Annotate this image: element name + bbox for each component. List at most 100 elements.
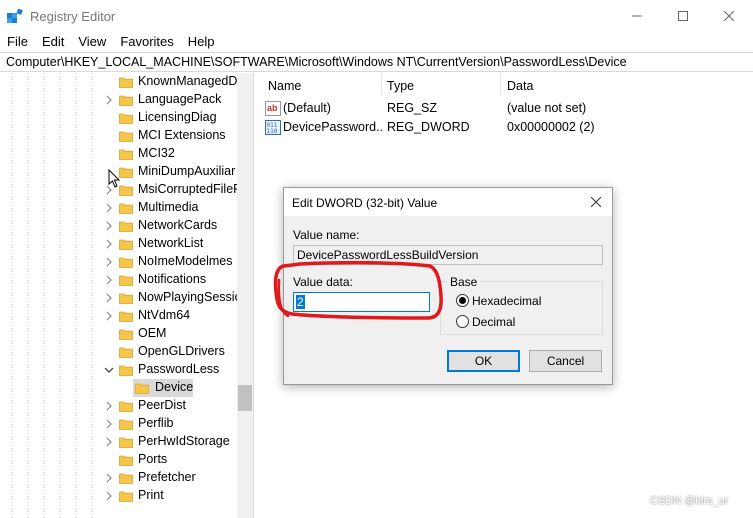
- minimize-button[interactable]: [614, 0, 660, 32]
- tree-scrollbar-thumb[interactable]: [238, 385, 252, 411]
- chevron-right-icon[interactable]: [104, 94, 114, 106]
- tree-item-label: Notifications: [138, 272, 207, 286]
- registry-editor-icon: [7, 9, 23, 23]
- chevron-right-icon[interactable]: [104, 274, 114, 286]
- chevron-right-icon[interactable]: [104, 202, 114, 214]
- folder-icon: [119, 455, 133, 466]
- tree-item-perhwidstorage[interactable]: PerHwIdStorage: [0, 433, 238, 451]
- tree-item-multimedia[interactable]: Multimedia: [0, 199, 238, 217]
- chevron-right-icon[interactable]: [104, 436, 114, 448]
- column-data[interactable]: Data: [507, 79, 533, 93]
- value-row-default[interactable]: ab (Default) REG_SZ (value not set): [260, 99, 753, 118]
- folder-icon: [119, 275, 133, 286]
- tree-scrollbar[interactable]: [237, 73, 253, 518]
- chevron-right-icon[interactable]: [104, 472, 114, 484]
- string-value-icon: ab: [265, 101, 281, 116]
- folder-icon: [119, 491, 133, 502]
- edit-dword-dialog: Edit DWORD (32-bit) Value Value name: De…: [283, 187, 613, 385]
- maximize-button[interactable]: [660, 0, 706, 32]
- svg-text:ab: ab: [267, 103, 278, 113]
- tree-item-label: OEM: [138, 326, 167, 340]
- tree-item-notifications[interactable]: Notifications: [0, 271, 238, 289]
- value-name-label: Value name:: [293, 228, 360, 242]
- tree-item-mci32[interactable]: MCI32: [0, 145, 238, 163]
- menu-favorites[interactable]: Favorites: [113, 33, 180, 51]
- tree-item-label: NowPlayingSessior: [138, 290, 238, 304]
- chevron-right-icon[interactable]: [104, 310, 114, 322]
- folder-icon: [119, 113, 133, 124]
- mouse-cursor-icon: [108, 169, 121, 188]
- tree-item-opengldrivers[interactable]: OpenGLDrivers: [0, 343, 238, 361]
- chevron-right-icon[interactable]: [104, 400, 114, 412]
- menu-edit[interactable]: Edit: [35, 33, 71, 51]
- value-data-input[interactable]: 2: [293, 292, 430, 312]
- folder-icon: [119, 437, 133, 448]
- chevron-right-icon[interactable]: [104, 418, 114, 430]
- tree-item-networklist[interactable]: NetworkList: [0, 235, 238, 253]
- svg-text:110: 110: [267, 128, 278, 135]
- close-button[interactable]: [706, 0, 752, 32]
- close-icon: [591, 197, 601, 207]
- tree-item-licensingdiag[interactable]: LicensingDiag: [0, 109, 238, 127]
- tree-item-ntvdm64[interactable]: NtVdm64: [0, 307, 238, 325]
- tree-item-label: NetworkCards: [138, 218, 218, 232]
- base-label: Base: [447, 275, 481, 289]
- tree-item-nowplayingsessior[interactable]: NowPlayingSessior: [0, 289, 238, 307]
- hexadecimal-radio[interactable]: [456, 294, 469, 307]
- tree-item-passwordless[interactable]: PasswordLess: [0, 361, 238, 379]
- tree-item-label: MiniDumpAuxiliar: [138, 164, 236, 178]
- tree-item-label: NetworkList: [138, 236, 204, 250]
- folder-icon: [119, 473, 133, 484]
- decimal-radio[interactable]: [456, 315, 469, 328]
- cancel-button[interactable]: Cancel: [529, 350, 602, 372]
- tree-item-label: PerHwIdStorage: [138, 434, 230, 448]
- tree-item-prefetcher[interactable]: Prefetcher: [0, 469, 238, 487]
- decimal-label[interactable]: Decimal: [472, 315, 515, 329]
- value-row-devicepasswordless[interactable]: 011 110 DevicePassword... REG_DWORD 0x00…: [260, 118, 753, 137]
- binary-value-icon: 011 110: [265, 120, 281, 135]
- folder-icon: [119, 365, 133, 376]
- chevron-right-icon[interactable]: [104, 256, 114, 268]
- tree-item-networkcards[interactable]: NetworkCards: [0, 217, 238, 235]
- tree-item-knownmanagedde[interactable]: KnownManagedDe: [0, 73, 238, 91]
- tree-item-device[interactable]: Device: [0, 379, 238, 397]
- chevron-right-icon[interactable]: [104, 220, 114, 232]
- tree-item-print[interactable]: Print: [0, 487, 238, 505]
- key-tree[interactable]: KnownManagedDe LanguagePack LicensingDiag M…: [0, 73, 254, 518]
- minimize-icon: [632, 15, 642, 17]
- column-type[interactable]: Type: [387, 79, 414, 93]
- menu-file[interactable]: File: [0, 33, 35, 51]
- list-header: Name Type Data: [260, 73, 753, 95]
- chevron-down-icon[interactable]: [104, 364, 114, 376]
- hexadecimal-label[interactable]: Hexadecimal: [472, 294, 541, 308]
- tree-item-ports[interactable]: Ports: [0, 451, 238, 469]
- tree-item-oem[interactable]: OEM: [0, 325, 238, 343]
- folder-icon: [119, 329, 133, 340]
- dialog-close-button[interactable]: [584, 192, 608, 212]
- ok-button[interactable]: OK: [447, 350, 520, 372]
- tree-item-label: Ports: [138, 452, 168, 466]
- tree-item-mci-extensions[interactable]: MCI Extensions: [0, 127, 238, 145]
- tree-item-label: Print: [138, 488, 164, 502]
- tree-item-perflib[interactable]: Perflib: [0, 415, 238, 433]
- chevron-right-icon[interactable]: [104, 490, 114, 502]
- menu-view[interactable]: View: [71, 33, 113, 51]
- tree-item-label: Multimedia: [138, 200, 199, 214]
- tree-item-noimemodelmes[interactable]: NoImeModelmes: [0, 253, 238, 271]
- menu-help[interactable]: Help: [181, 33, 222, 51]
- tree-item-label: MCI32: [138, 146, 175, 160]
- folder-icon: [119, 203, 133, 214]
- column-name[interactable]: Name: [268, 79, 301, 93]
- dialog-title: Edit DWORD (32-bit) Value: [292, 196, 438, 210]
- chevron-right-icon[interactable]: [104, 292, 114, 304]
- folder-icon: [119, 239, 133, 250]
- maximize-icon: [678, 11, 688, 21]
- tree-item-peerdist[interactable]: PeerDist: [0, 397, 238, 415]
- tree-item-label: Prefetcher: [138, 470, 196, 484]
- address-bar[interactable]: Computer\HKEY_LOCAL_MACHINE\SOFTWARE\Mic…: [0, 52, 753, 72]
- tree-item-label: OpenGLDrivers: [138, 344, 225, 358]
- folder-icon: [119, 77, 133, 88]
- chevron-right-icon[interactable]: [104, 238, 114, 250]
- tree-item-languagepack[interactable]: LanguagePack: [0, 91, 238, 109]
- folder-icon: [119, 311, 133, 322]
